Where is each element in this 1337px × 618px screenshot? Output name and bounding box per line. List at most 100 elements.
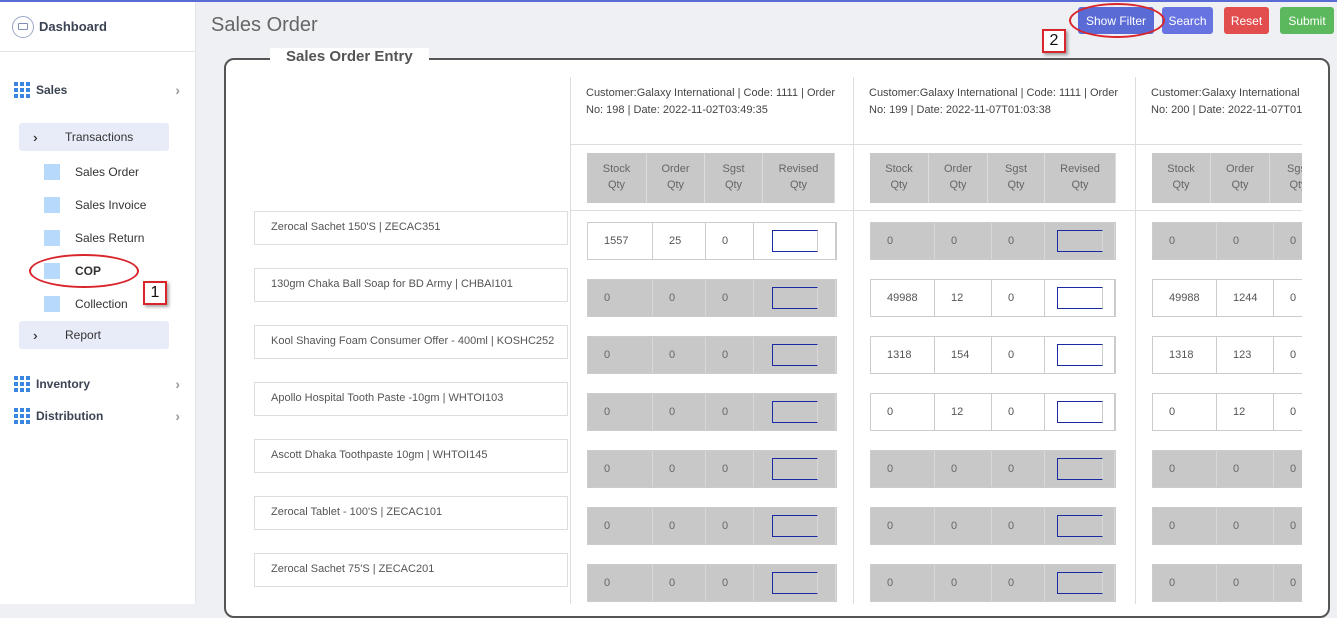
column-header: Revised Qty (1045, 153, 1116, 203)
qty-row: 0 12 0 (1152, 393, 1302, 431)
column-header-line: Qty (724, 179, 743, 191)
stock-qty-cell: 0 (871, 565, 935, 601)
order-qty-cell: 0 (1217, 451, 1274, 487)
stock-qty-cell: 0 (1153, 394, 1217, 430)
chevron-right-icon: › (175, 376, 180, 392)
qty-row: 1318 154 0 (870, 336, 1116, 374)
stock-qty-cell: 0 (871, 223, 935, 259)
search-button[interactable]: Search (1162, 7, 1213, 34)
qty-column-headers: Stock Qty Order Qty Sgst Qty Revised Qty (870, 153, 1116, 203)
revised-qty-input[interactable] (1056, 458, 1103, 480)
grid-icon (14, 82, 30, 98)
revised-qty-input[interactable] (771, 287, 818, 309)
column-header: Stock Qty (870, 153, 929, 203)
grid-icon (14, 408, 30, 424)
sidebar-item-label: Report (65, 328, 102, 342)
revised-qty-input[interactable] (771, 401, 818, 423)
qty-column-headers: Stock Qty Order Qty Sgst Qty Revised Qty (587, 153, 835, 203)
sidebar-item-label: Sales Order (75, 165, 140, 179)
submit-button[interactable]: Submit (1280, 7, 1334, 34)
sidebar-item-sales[interactable]: Sales › (14, 82, 180, 98)
column-header-line: Qty (789, 179, 808, 191)
reset-button[interactable]: Reset (1224, 7, 1269, 34)
column-header-line: Sgst (1004, 163, 1027, 175)
revised-qty-cell (754, 451, 836, 487)
order-header-line: No: 199 | Date: 2022-11-07T01:03:38 (869, 104, 1051, 116)
order-header-line: Customer:Galaxy International | Code: 11… (1151, 87, 1302, 99)
chevron-right-icon: › (175, 408, 180, 424)
revised-qty-input[interactable] (771, 515, 818, 537)
column-header-line: Stock (602, 163, 631, 175)
revised-qty-input[interactable] (771, 572, 818, 594)
order-qty-cell: 0 (653, 280, 706, 316)
sidebar-item-sales-order[interactable]: Sales Order (44, 164, 139, 180)
sgst-qty-cell: 0 (706, 337, 754, 373)
sidebar-item-label: Collection (75, 297, 128, 311)
order-qty-cell: 0 (653, 451, 706, 487)
sidebar-item-label: Sales Invoice (75, 198, 147, 212)
square-icon (44, 197, 60, 213)
column-header-line: Order (1225, 163, 1255, 175)
revised-qty-input[interactable] (771, 458, 818, 480)
stock-qty-cell: 1318 (871, 337, 935, 373)
qty-row: 000 (1152, 222, 1302, 260)
qty-row: 000 (587, 564, 837, 602)
product-name: Zerocal Tablet - 100'S | ZECAC101 (254, 496, 568, 530)
revised-qty-input[interactable] (1056, 401, 1103, 423)
sidebar-item-inventory[interactable]: Inventory › (14, 376, 180, 392)
revised-qty-input[interactable] (1056, 515, 1103, 537)
sidebar-item-distribution[interactable]: Distribution › (14, 408, 180, 424)
revised-qty-cell (1045, 337, 1115, 373)
sgst-qty-cell: 0 (1274, 337, 1302, 373)
revised-qty-input[interactable] (1056, 572, 1103, 594)
order-qty-cell: 0 (1217, 508, 1274, 544)
column-header-line: Qty (1172, 179, 1190, 191)
header-divider (570, 210, 1302, 211)
product-name: Zerocal Sachet 75'S | ZECAC201 (254, 553, 568, 587)
double-chevron-icon: ›› (33, 129, 38, 145)
column-header-line: Qty (1007, 179, 1025, 191)
product-name: Apollo Hospital Tooth Paste -10gm | WHTO… (254, 382, 568, 416)
qty-row: 000 (870, 564, 1116, 602)
stock-qty-cell: 0 (1153, 451, 1217, 487)
column-header-line: Revised (1060, 163, 1100, 175)
revised-qty-input[interactable] (771, 344, 818, 366)
sidebar-brand[interactable]: Dashboard (0, 2, 195, 52)
sgst-qty-cell: 0 (992, 223, 1045, 259)
column-header-line: Qty (666, 179, 685, 191)
stock-qty-cell: 0 (588, 565, 653, 601)
order-header: Customer:Galaxy International | Code: 11… (853, 77, 1136, 144)
qty-row: 000 (587, 279, 837, 317)
order-qty-cell: 12 (935, 394, 992, 430)
sgst-qty-cell: 0 (992, 280, 1045, 316)
revised-qty-input[interactable] (1056, 344, 1103, 366)
revised-qty-cell (1045, 451, 1115, 487)
revised-qty-cell (1045, 223, 1115, 259)
column-header: Order Qty (647, 153, 705, 203)
revised-qty-input[interactable] (1056, 230, 1103, 252)
revised-qty-input[interactable] (771, 230, 818, 252)
sidebar-item-sales-invoice[interactable]: Sales Invoice (44, 197, 146, 213)
qty-row: 000 (870, 222, 1116, 260)
product-name: Zerocal Sachet 150'S | ZECAC351 (254, 211, 568, 245)
annotation-ring-show-filter (1069, 3, 1165, 38)
sidebar-item-collection[interactable]: Collection (44, 296, 128, 312)
sidebar-item-report[interactable]: ›› Report (19, 321, 169, 349)
qty-row: 49988 1244 0 (1152, 279, 1302, 317)
sidebar-item-sales-return[interactable]: Sales Return (44, 230, 144, 246)
product-name: Kool Shaving Foam Consumer Offer - 400ml… (254, 325, 568, 359)
order-header-line: No: 198 | Date: 2022-11-02T03:49:35 (586, 104, 768, 116)
qty-row: 1318 123 0 (1152, 336, 1302, 374)
stock-qty-cell: 0 (588, 508, 653, 544)
revised-qty-cell (754, 394, 836, 430)
sidebar-item-transactions[interactable]: ›› Transactions (19, 123, 169, 151)
order-qty-cell: 1244 (1217, 280, 1274, 316)
dashboard-icon (12, 15, 34, 38)
qty-row: 000 (587, 507, 837, 545)
stock-qty-cell: 0 (1153, 508, 1217, 544)
sgst-qty-cell: 0 (706, 565, 754, 601)
column-header: Stock Qty (587, 153, 647, 203)
revised-qty-input[interactable] (1056, 287, 1103, 309)
qty-row: 000 (587, 393, 837, 431)
sidebar-item-label: Sales Return (75, 231, 145, 245)
